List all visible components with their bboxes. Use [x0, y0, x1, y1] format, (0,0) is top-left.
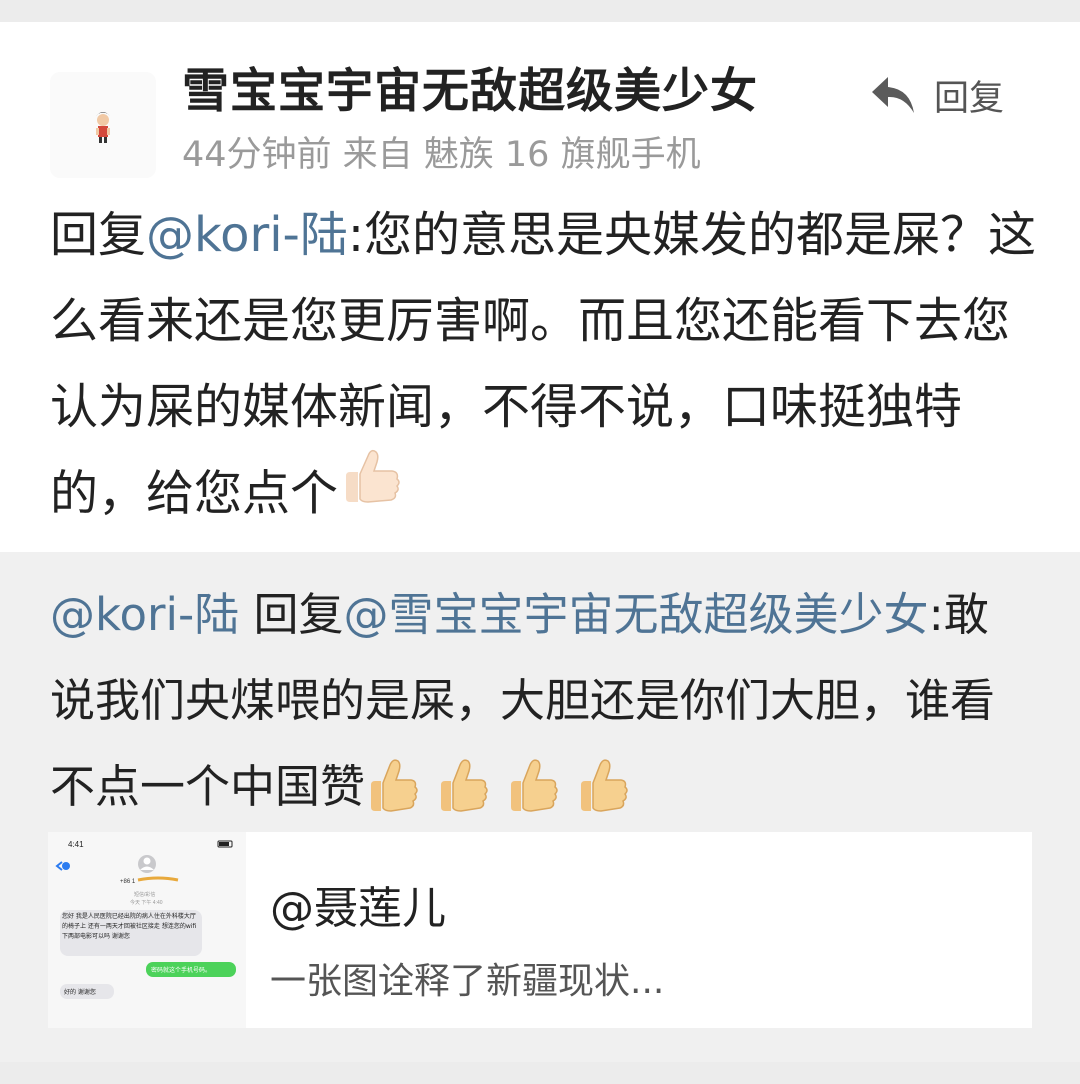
reply-prefix: 回复 — [50, 207, 147, 263]
link-card[interactable]: 4:41 +86 1 短信/彩信 今天 下午 4:40 您好 我是人民医院已经出… — [48, 832, 1032, 1028]
sms-screenshot-thumbnail: 4:41 +86 1 短信/彩信 今天 下午 4:40 您好 我是人民医院已经出… — [48, 832, 246, 1028]
reply-button[interactable]: 回复 — [870, 68, 1004, 122]
thumbs-up-icon — [511, 759, 558, 812]
comment-card: 雪宝宝宇宙无敌超级美少女 44分钟前 来自 魅族 16 旗舰手机 回复 回复@k… — [0, 22, 1080, 1062]
quoted-reply-word: 回复 — [239, 588, 344, 641]
avatar[interactable] — [50, 72, 156, 178]
username[interactable]: 雪宝宝宇宙无敌超级美少女 — [182, 52, 758, 121]
thumb-sub2: 今天 下午 4:40 — [130, 899, 163, 906]
link-description: 一张图诠释了新疆现状... — [270, 961, 665, 1002]
thumbs-up-icon — [371, 759, 418, 812]
link-thumbnail[interactable]: 4:41 +86 1 短信/彩信 今天 下午 4:40 您好 我是人民医院已经出… — [48, 832, 246, 1028]
reply-label: 回复 — [934, 78, 1005, 119]
thumb-bubble1: 您好 我是人民医院已经出院的病人住在外科楼大厅的椅子上 还有一两天才回被社区接走… — [62, 913, 197, 940]
comment-meta: 44分钟前 来自 魅族 16 旗舰手机 — [182, 135, 701, 175]
top-divider — [0, 0, 1080, 22]
quoted-text-block: @kori-陆 回复@雪宝宝宇宙无敌超级美少女:敢说我们央煤喂的是屎，大胆还是你… — [50, 572, 1030, 830]
avatar-figure-icon — [50, 72, 156, 178]
bottom-divider — [0, 1062, 1080, 1084]
reply-arrow-icon — [872, 77, 914, 113]
mention-link[interactable]: @kori-陆 — [146, 207, 348, 263]
thumbs-group — [365, 755, 631, 817]
quoted-author[interactable]: @kori-陆 — [50, 588, 239, 641]
comment-content: 回复@kori-陆:您的意思是央媒发的都是屎？这么看来还是您更厉害啊。而且您还能… — [50, 192, 1040, 543]
thumb-bubble3: 好的 谢谢您 — [64, 988, 96, 996]
thumbs-up-icon — [441, 759, 488, 812]
thumb-time: 4:41 — [68, 840, 84, 849]
thumb-bubble2: 密码就这个手机号码。 — [151, 966, 211, 974]
quoted-comment[interactable]: @kori-陆 回复@雪宝宝宇宙无敌超级美少女:敢说我们央煤喂的是屎，大胆还是你… — [0, 552, 1080, 1062]
thumb-sub1: 短信/彩信 — [134, 891, 155, 898]
thumbs-up-icon — [581, 759, 628, 812]
quoted-mention[interactable]: @雪宝宝宇宙无敌超级美少女 — [344, 588, 929, 641]
thumb-number: +86 1 — [120, 879, 136, 885]
thumbs-up-icon — [338, 444, 404, 537]
link-title[interactable]: @聂莲儿 — [270, 872, 446, 936]
